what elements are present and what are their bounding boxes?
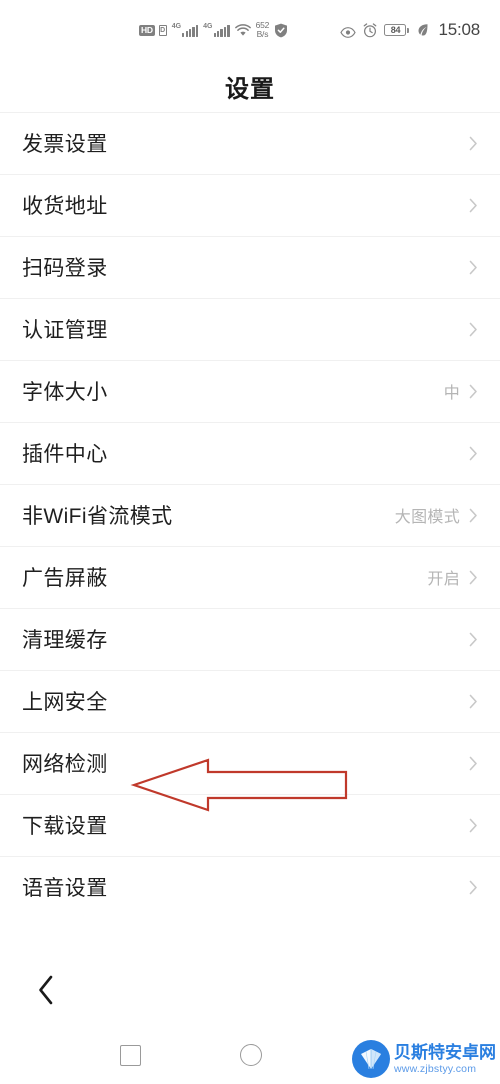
settings-list: 发票设置 收货地址 扫码登录 认证管理 字体大小 中 插件中心 非WiFi省流模… [0, 112, 500, 918]
back-button[interactable] [22, 968, 70, 1016]
hd-voice-icon: HD [139, 24, 155, 36]
battery-cap [407, 27, 410, 33]
list-item-label: 非WiFi省流模式 [22, 505, 173, 528]
sim1-network-type-label: 4G [171, 23, 182, 30]
list-item-label: 认证管理 [22, 319, 108, 342]
list-item-label: 下载设置 [22, 815, 108, 838]
list-item-network-detection[interactable]: 网络检测 [0, 732, 500, 794]
list-item-label: 上网安全 [22, 691, 108, 714]
chevron-right-icon [469, 818, 478, 833]
list-item-label: 插件中心 [22, 443, 108, 466]
shell-logo-icon [352, 1040, 390, 1078]
phone-screen: HD D 4G 4G 652 B/s 84 15:08 设置 发票设置 收货地址… [0, 0, 500, 1084]
list-item-non-wifi-data-saver[interactable]: 非WiFi省流模式 大图模式 [0, 484, 500, 546]
network-speed-unit: B/s [256, 29, 269, 39]
chevron-right-icon [469, 756, 478, 771]
circle-home-icon[interactable] [239, 1044, 262, 1066]
watermark-site-url: www.zjbstyy.com [394, 1062, 477, 1075]
chevron-right-icon [469, 198, 478, 213]
chevron-right-icon [469, 570, 478, 585]
list-item-label: 网络检测 [22, 753, 108, 776]
shield-check-icon [274, 23, 288, 38]
list-item-label: 收货地址 [22, 195, 108, 218]
chevron-right-icon [469, 322, 478, 337]
sim1-signal-bars [182, 25, 199, 37]
status-bar-right-group: 84 15:08 [340, 20, 480, 40]
list-item-download-settings[interactable]: 下载设置 [0, 794, 500, 856]
battery-icon: 84 [384, 24, 410, 36]
network-speed-indicator: 652 B/s [256, 21, 270, 39]
list-item-voice-settings[interactable]: 语音设置 [0, 856, 500, 918]
chevron-right-icon [469, 694, 478, 709]
list-item-plugin-center[interactable]: 插件中心 [0, 422, 500, 484]
status-bar: HD D 4G 4G 652 B/s 84 15:08 [0, 0, 500, 60]
chevron-left-icon [37, 975, 55, 1010]
clock-label: 15:08 [438, 20, 480, 39]
chevron-right-icon [469, 880, 478, 895]
page-title: 设置 [225, 75, 275, 103]
list-item-label: 广告屏蔽 [22, 567, 108, 590]
battery-level-label: 84 [384, 24, 407, 36]
list-item-value: 中 [443, 385, 460, 402]
sim2-signal-icon: 4G [203, 23, 230, 37]
data-indicator-icon: D [158, 24, 167, 36]
chevron-right-icon [469, 260, 478, 275]
list-item-internet-security[interactable]: 上网安全 [0, 670, 500, 732]
list-item-shipping-address[interactable]: 收货地址 [0, 174, 500, 236]
leaf-power-save-icon [417, 23, 429, 37]
sim2-network-type-label: 4G [203, 23, 213, 30]
list-item-value: 大图模式 [394, 509, 460, 526]
watermark-text: 贝斯特安卓网 www.zjbstyy.com [394, 1044, 496, 1075]
chevron-right-icon [469, 384, 478, 399]
list-item-invoice-settings[interactable]: 发票设置 [0, 112, 500, 174]
status-bar-left-group: HD D 4G 4G 652 B/s [139, 21, 288, 39]
chevron-right-icon [469, 446, 478, 461]
wifi-icon [234, 23, 251, 37]
square-recent-apps-icon[interactable] [119, 1044, 141, 1066]
chevron-right-icon [469, 508, 478, 523]
list-item-ad-blocking[interactable]: 广告屏蔽 开启 [0, 546, 500, 608]
list-item-scan-code-login[interactable]: 扫码登录 [0, 236, 500, 298]
list-item-label: 语音设置 [22, 877, 108, 900]
chevron-right-icon [469, 136, 478, 151]
sim2-signal-bars [213, 25, 230, 37]
list-item-label: 字体大小 [22, 381, 108, 404]
list-item-clear-cache[interactable]: 清理缓存 [0, 608, 500, 670]
list-item-certificate-management[interactable]: 认证管理 [0, 298, 500, 360]
alarm-clock-icon [363, 22, 377, 38]
list-item-font-size[interactable]: 字体大小 中 [0, 360, 500, 422]
list-item-label: 清理缓存 [22, 629, 108, 652]
sim1-signal-icon: 4G [171, 23, 199, 37]
list-item-label: 扫码登录 [22, 257, 108, 280]
list-item-label: 发票设置 [22, 133, 108, 156]
watermark: 贝斯特安卓网 www.zjbstyy.com [352, 1040, 496, 1078]
list-item-value: 开启 [427, 571, 460, 588]
eye-icon [340, 25, 357, 38]
watermark-site-name: 贝斯特安卓网 [394, 1042, 496, 1062]
chevron-right-icon [469, 632, 478, 647]
